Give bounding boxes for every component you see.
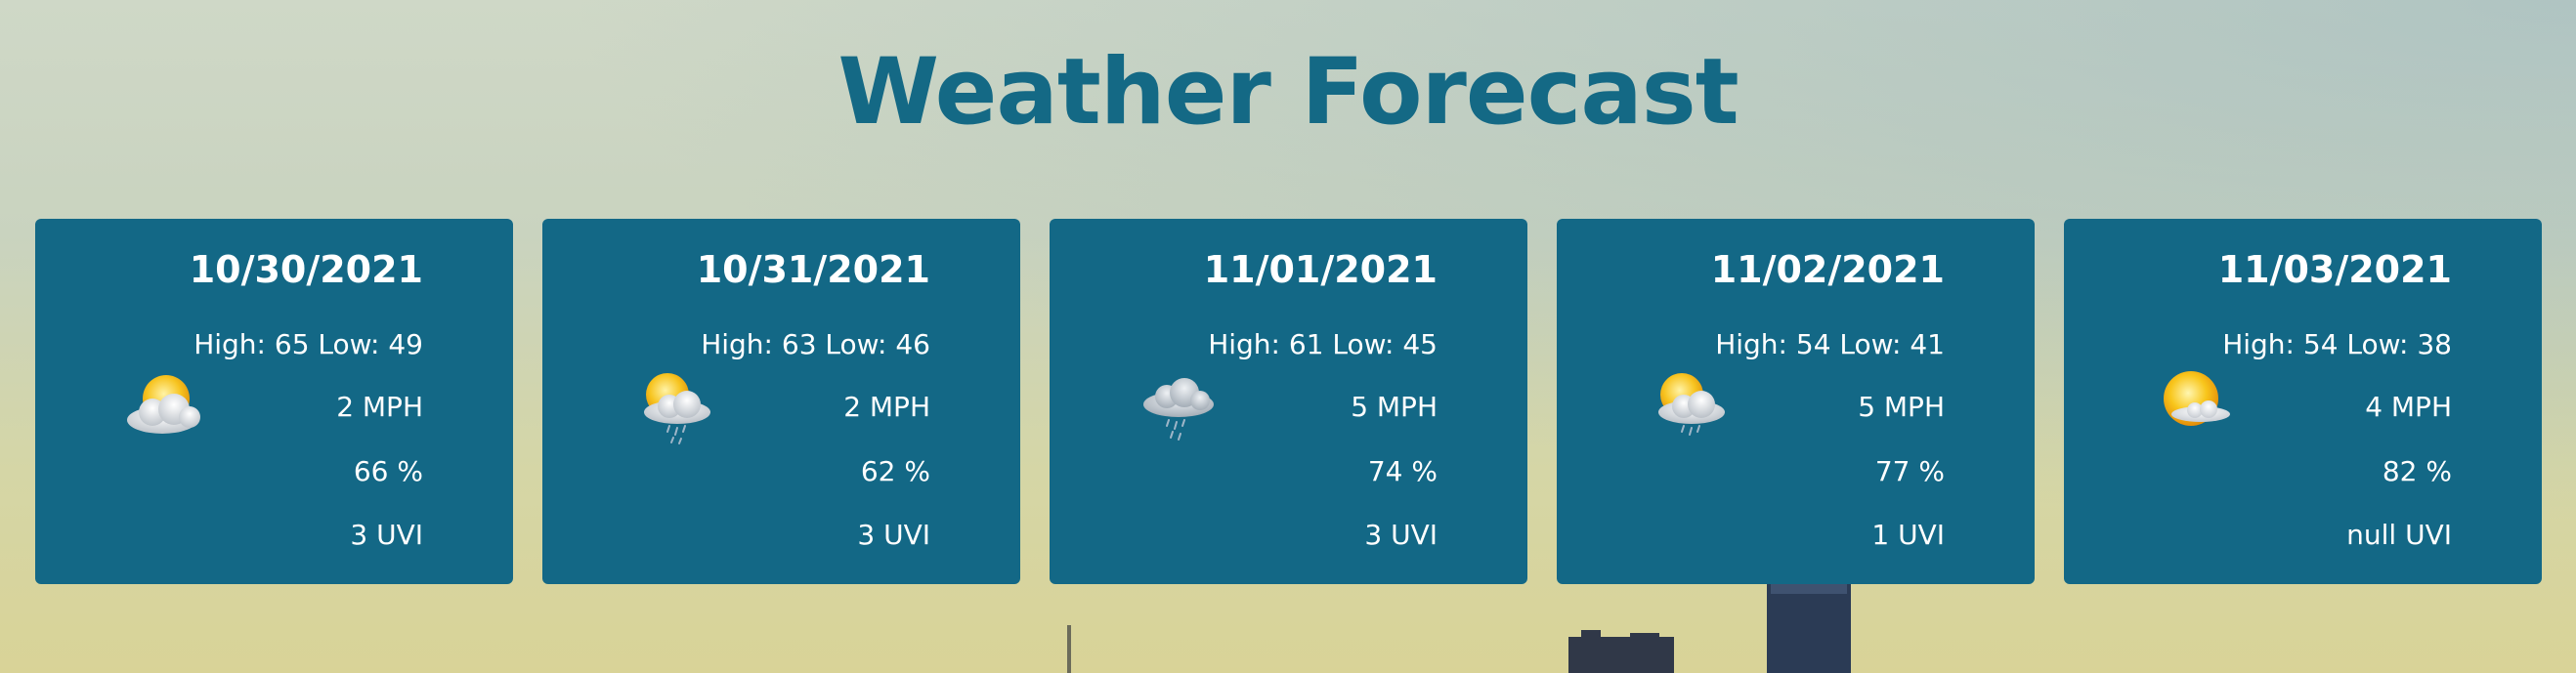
forecast-wind: 5 MPH <box>1858 391 1945 423</box>
forecast-date: 11/02/2021 <box>1710 248 1945 291</box>
forecast-card: 11/03/2021 High: 54 Low: 38 4 MPH 82 % n… <box>2064 219 2542 584</box>
forecast-high-low: High: 61 Low: 45 <box>1208 328 1438 360</box>
forecast-wind: 4 MPH <box>2365 391 2452 423</box>
page-title: Weather Forecast <box>837 39 1739 146</box>
forecast-cards: 10/30/2021 High: 65 Low: 49 2 MPH 66 % 3… <box>35 219 2542 584</box>
forecast-card: 11/01/2021 High: 61 Low: 45 5 MPH 74 % 3… <box>1050 219 1527 584</box>
forecast-humidity: 74 % <box>1367 455 1438 487</box>
forecast-humidity: 62 % <box>860 455 930 487</box>
forecast-uvi: 3 UVI <box>350 519 423 551</box>
forecast-card: 10/30/2021 High: 65 Low: 49 2 MPH 66 % 3… <box>35 219 513 584</box>
forecast-wind: 2 MPH <box>336 391 423 423</box>
forecast-high-low: High: 63 Low: 46 <box>701 328 930 360</box>
sun-cloud-rain-icon <box>1658 373 1725 436</box>
sun-behind-small-cloud-icon <box>2164 371 2230 426</box>
forecast-wind: 2 MPH <box>843 391 930 423</box>
forecast-card: 10/31/2021 High: 63 Low: 46 2 MPH 62 % 3… <box>542 219 1020 584</box>
forecast-high-low: High: 54 Low: 41 <box>1715 328 1945 360</box>
rain-cloud-icon <box>1143 378 1214 441</box>
forecast-uvi: null UVI <box>2346 519 2452 551</box>
forecast-humidity: 82 % <box>2382 455 2452 487</box>
forecast-uvi: 3 UVI <box>1364 519 1438 551</box>
forecast-high-low: High: 54 Low: 38 <box>2222 328 2452 360</box>
forecast-date: 11/01/2021 <box>1203 248 1438 291</box>
forecast-date: 11/03/2021 <box>2217 248 2452 291</box>
forecast-high-low: High: 65 Low: 49 <box>193 328 423 360</box>
forecast-card: 11/02/2021 High: 54 Low: 41 5 MPH 77 % 1… <box>1557 219 2035 584</box>
forecast-humidity: 66 % <box>353 455 423 487</box>
forecast-humidity: 77 % <box>1874 455 1945 487</box>
forecast-uvi: 1 UVI <box>1871 519 1945 551</box>
forecast-wind: 5 MPH <box>1351 391 1438 423</box>
forecast-uvi: 3 UVI <box>857 519 930 551</box>
forecast-date: 10/31/2021 <box>696 248 930 291</box>
sun-cloud-rain-icon <box>644 373 710 444</box>
sun-behind-cloud-icon <box>127 375 200 434</box>
forecast-date: 10/30/2021 <box>189 248 423 291</box>
